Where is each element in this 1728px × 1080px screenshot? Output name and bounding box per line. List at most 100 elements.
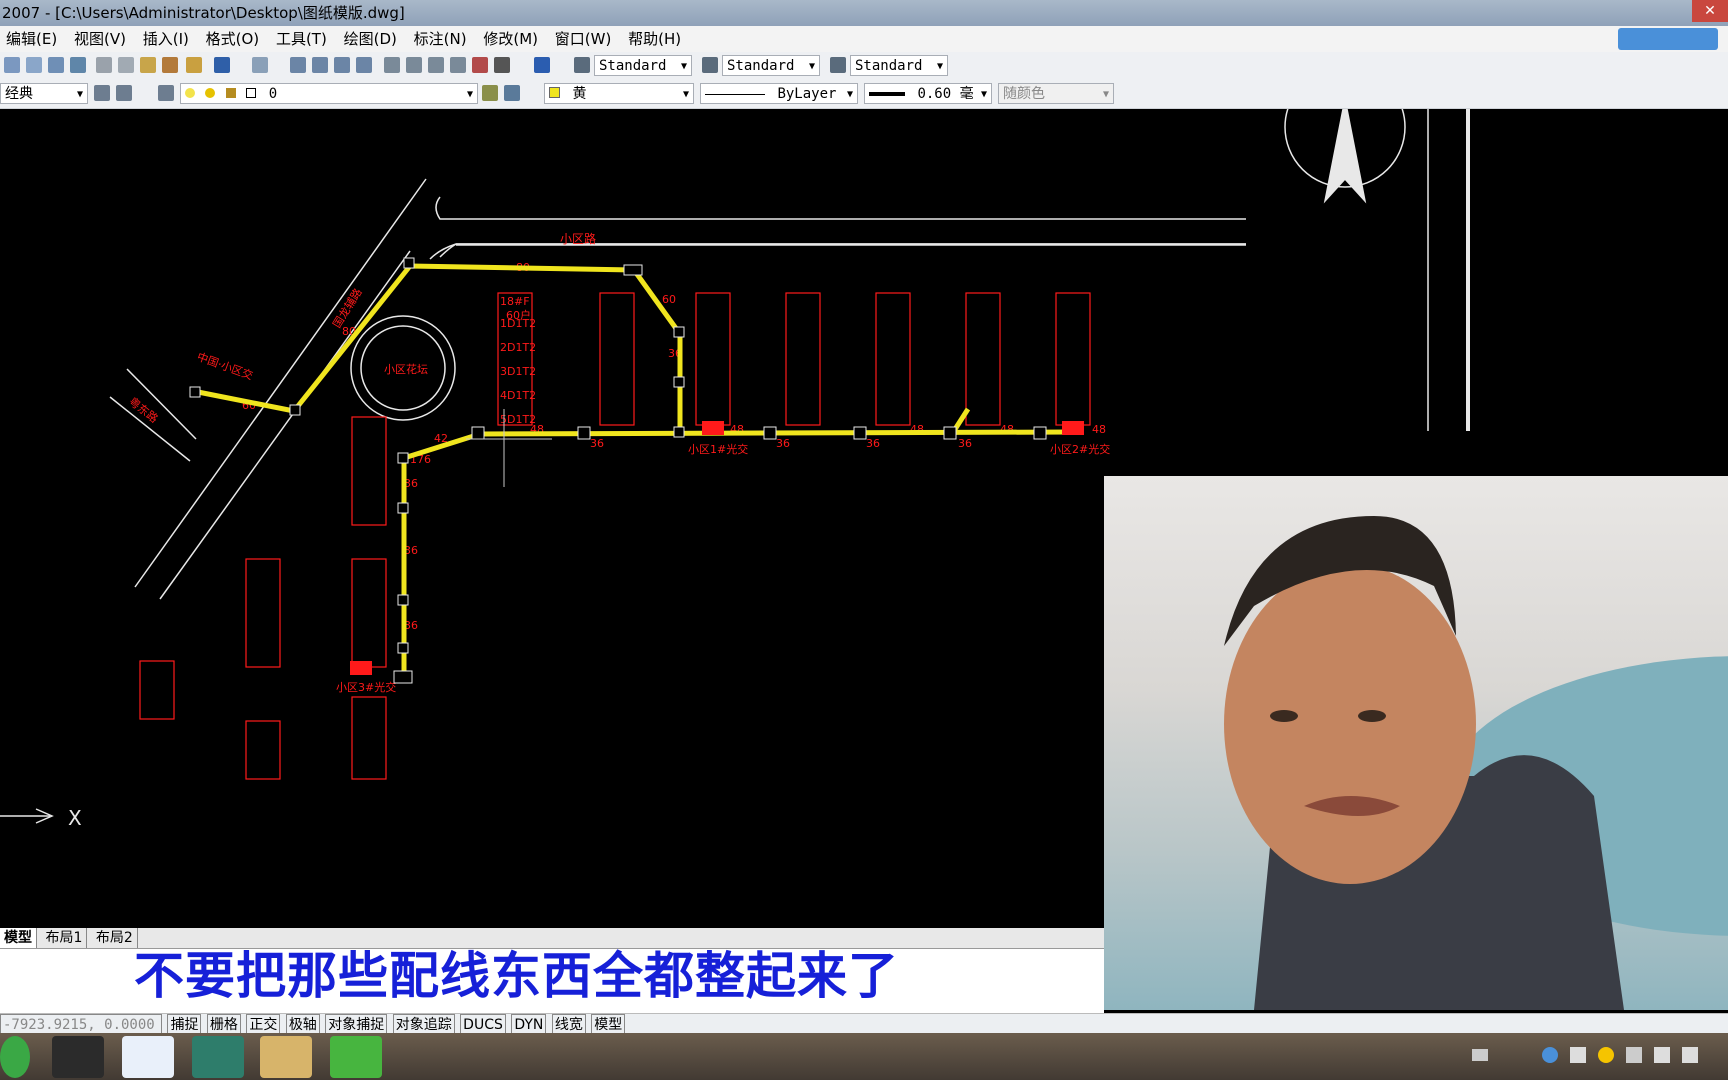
menu-dimension[interactable]: 标注(N) (408, 26, 473, 52)
color-select[interactable]: 黄 ▼ (544, 83, 694, 104)
explorer-app-icon[interactable] (260, 1036, 312, 1078)
cloud-app-icon[interactable] (122, 1036, 174, 1078)
menu-format[interactable]: 格式(O) (200, 26, 266, 52)
workspace-select[interactable]: 经典 ▼ (0, 83, 88, 104)
layer-manager-icon[interactable] (158, 85, 174, 101)
plot-style-select: 随颜色 ▼ (998, 83, 1114, 104)
menu-view[interactable]: 视图(V) (68, 26, 132, 52)
copy-icon[interactable] (118, 57, 134, 73)
match-properties-icon[interactable] (162, 57, 178, 73)
manhole (673, 376, 685, 388)
menu-tools[interactable]: 工具(T) (270, 26, 333, 52)
pan-icon[interactable] (290, 57, 306, 73)
text-style-value: Standard (599, 58, 667, 74)
tab-model[interactable]: 模型 (0, 928, 37, 948)
cloud-tray-icon[interactable] (1542, 1047, 1558, 1063)
network-icon[interactable] (1654, 1047, 1670, 1063)
system-tray (1472, 1047, 1712, 1065)
lineweight-select[interactable]: 0.60 毫 ▼ (864, 83, 992, 104)
save-workspace-icon[interactable] (116, 85, 132, 101)
workspace-settings-icon[interactable] (94, 85, 110, 101)
keyboard-icon[interactable] (1472, 1049, 1488, 1061)
building-11 (139, 660, 175, 720)
block-editor-icon[interactable] (186, 57, 202, 73)
start-icon[interactable] (0, 1036, 30, 1078)
layer-select[interactable]: 0 ▼ (180, 83, 478, 104)
volume-icon[interactable] (1682, 1047, 1698, 1063)
table-style-select[interactable]: Standard ▼ (850, 55, 948, 76)
tab-layout1[interactable]: 布局1 (41, 928, 88, 948)
table-style-value: Standard (855, 58, 923, 74)
linetype-select[interactable]: ByLayer ▼ (700, 83, 858, 104)
manhole (397, 594, 409, 606)
menu-window[interactable]: 窗口(W) (549, 26, 618, 52)
building-unit-2-label: 2D1T2 (500, 341, 536, 354)
layer-previous-icon[interactable] (504, 85, 520, 101)
zoom-realtime-icon[interactable] (312, 57, 328, 73)
tab-layout2[interactable]: 布局2 (92, 928, 138, 948)
taskbar (0, 1033, 1728, 1080)
lineweight-preview (869, 92, 905, 96)
design-center-icon[interactable] (406, 57, 422, 73)
markup-icon[interactable] (472, 57, 488, 73)
dim-style-select[interactable]: Standard ▼ (722, 55, 820, 76)
paste-icon[interactable] (140, 57, 156, 73)
linetype-preview (705, 93, 765, 95)
road-diagonal-a (134, 178, 427, 588)
make-current-icon[interactable] (482, 85, 498, 101)
segment-label: 36 (866, 437, 880, 450)
segment-label: 36 (776, 437, 790, 450)
buildings (139, 292, 1091, 780)
manhole (189, 386, 201, 398)
building-4 (785, 292, 821, 426)
manhole (289, 404, 301, 416)
title-bar: 2007 - [C:\Users\Administrator\Desktop\图… (0, 0, 1728, 26)
segment-label: 60 (662, 293, 676, 306)
manhole (853, 426, 867, 440)
plot-style-value: 随颜色 (1003, 86, 1045, 102)
menu-modify[interactable]: 修改(M) (477, 26, 544, 52)
table-style-icon (830, 57, 846, 73)
menu-insert[interactable]: 插入(I) (137, 26, 195, 52)
help-icon[interactable] (534, 57, 550, 73)
text-style-select[interactable]: Standard ▼ (594, 55, 692, 76)
camera-app-icon[interactable] (52, 1036, 104, 1078)
properties-icon[interactable] (384, 57, 400, 73)
fiber-route (197, 263, 1073, 676)
eye-left (1270, 710, 1298, 722)
close-button[interactable]: ✕ (1692, 0, 1728, 22)
menu-draw[interactable]: 绘图(D) (338, 26, 403, 52)
road-top-curve (429, 243, 1246, 260)
color-value: 黄 (572, 86, 587, 102)
segment-label: 36 (590, 437, 604, 450)
text-style-icon (574, 57, 590, 73)
wechat-app-icon[interactable] (330, 1036, 382, 1078)
manhole (471, 426, 485, 440)
sheet-set-icon[interactable] (450, 57, 466, 73)
menu-edit[interactable]: 编辑(E) (0, 26, 63, 52)
zoom-window-icon[interactable] (334, 57, 350, 73)
security-tray-icon[interactable] (1598, 1047, 1614, 1063)
save-icon[interactable] (48, 57, 64, 73)
new-file-icon[interactable] (4, 57, 20, 73)
junction-label-1: 小区1#光交 (688, 442, 748, 456)
camera-tray-icon[interactable] (1570, 1047, 1586, 1063)
autocad-app-icon[interactable] (192, 1036, 244, 1078)
undo-icon[interactable] (214, 57, 230, 73)
window-title: 2007 - [C:\Users\Administrator\Desktop\图… (2, 4, 405, 22)
calculator-icon[interactable] (494, 57, 510, 73)
device-tray-icon[interactable] (1626, 1047, 1642, 1063)
cut-icon[interactable] (96, 57, 112, 73)
tool-palettes-icon[interactable] (428, 57, 444, 73)
zoom-previous-icon[interactable] (356, 57, 372, 73)
menu-help[interactable]: 帮助(H) (622, 26, 687, 52)
cloud-sync-icon[interactable] (1618, 28, 1718, 50)
cabinet-3 (350, 661, 372, 675)
linetype-value: ByLayer (777, 86, 837, 102)
layer-value: 0 (268, 86, 278, 102)
redo-icon[interactable] (252, 57, 268, 73)
building-6 (965, 292, 1001, 426)
layer-color-icon (246, 88, 257, 98)
publish-icon[interactable] (70, 57, 86, 73)
open-file-icon[interactable] (26, 57, 42, 73)
